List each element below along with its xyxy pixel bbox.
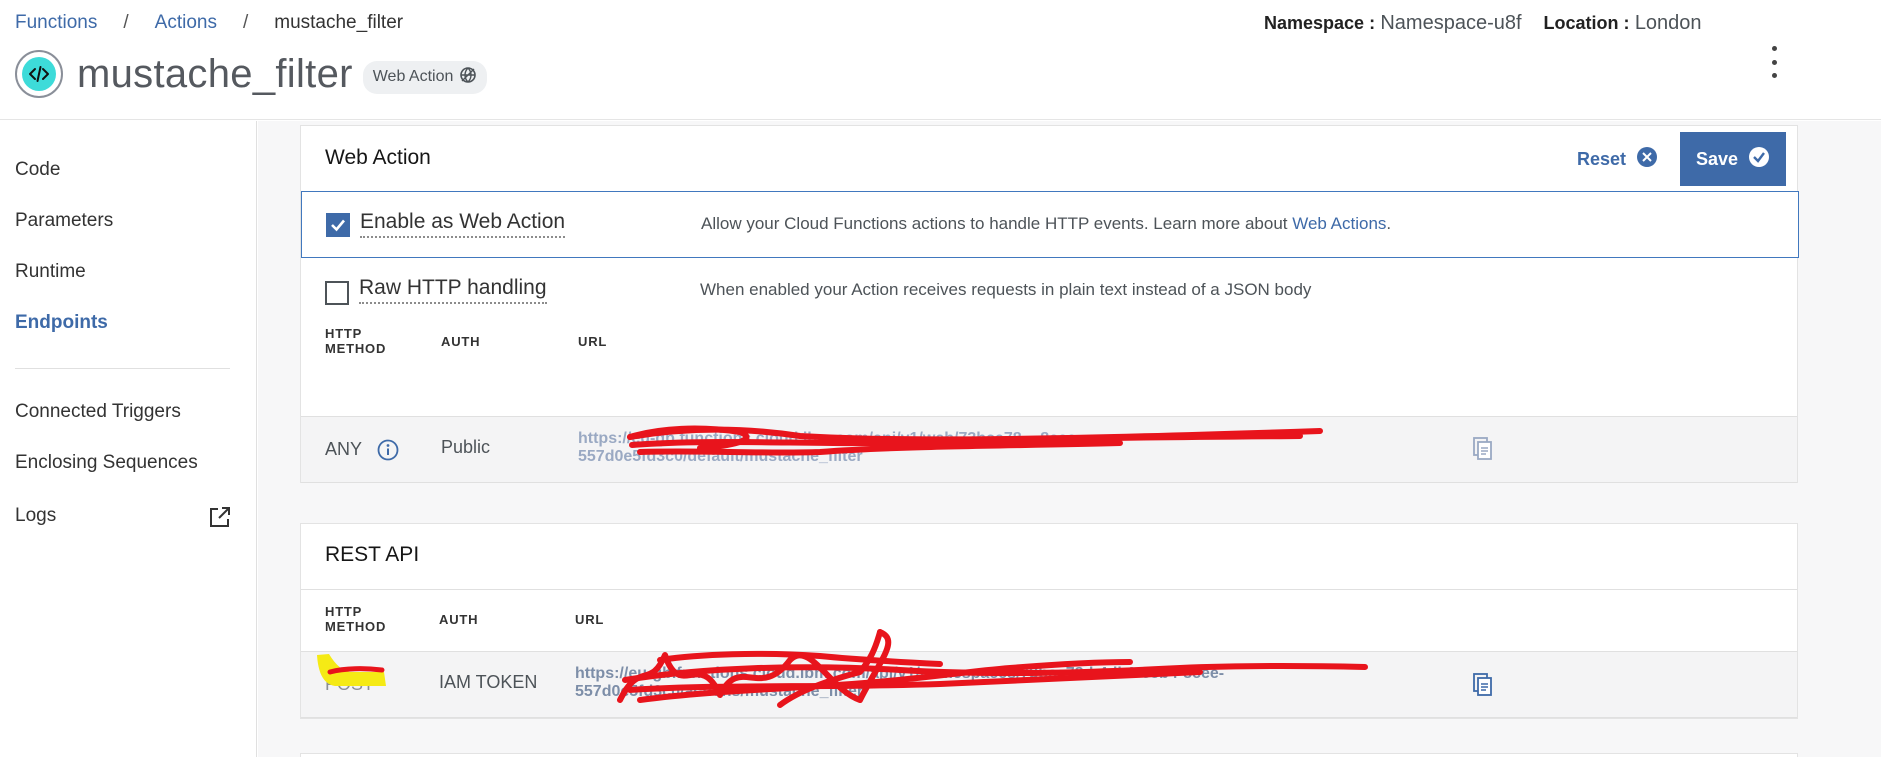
kebab-menu-icon[interactable] bbox=[1766, 46, 1782, 78]
sidebar-item-logs[interactable]: Logs bbox=[15, 505, 56, 527]
sidebar-divider bbox=[15, 368, 230, 369]
method-cell: ANY bbox=[325, 439, 363, 459]
header-method-line2: METHOD bbox=[325, 619, 387, 634]
web-action-title: Web Action bbox=[325, 146, 431, 169]
enable-web-action-checkbox[interactable] bbox=[326, 213, 350, 237]
sidebar-item-code[interactable]: Code bbox=[15, 159, 60, 181]
url-line-2: 557d0e5fd3c0/default/mustache_filter bbox=[578, 448, 863, 465]
copy-icon[interactable] bbox=[1473, 437, 1493, 466]
enable-description-end: . bbox=[1386, 214, 1392, 233]
column-header-url: URL bbox=[578, 334, 608, 349]
namespace-label: Namespace : bbox=[1264, 13, 1376, 33]
sidebar: Code Parameters Runtime Endpoints Connec… bbox=[0, 121, 257, 757]
url-cell[interactable]: https://eu-gb.functions.cloud.ibm.com/ap… bbox=[575, 665, 1295, 701]
info-icon[interactable] bbox=[377, 439, 399, 466]
column-header-url: URL bbox=[575, 612, 605, 627]
save-label: Save bbox=[1695, 148, 1739, 169]
enable-description-text: Allow your Cloud Functions actions to ha… bbox=[701, 214, 1293, 233]
location-label: Location : bbox=[1543, 13, 1630, 33]
external-link-icon[interactable] bbox=[208, 505, 232, 534]
auth-cell: Public bbox=[441, 437, 491, 457]
page-title: mustache_filter bbox=[77, 51, 353, 96]
namespace-info: Namespace : Namespace-u8f Location : Lon… bbox=[1264, 12, 1702, 35]
reset-button[interactable]: Reset bbox=[1577, 146, 1658, 173]
divider bbox=[301, 589, 1797, 590]
copy-icon[interactable] bbox=[1473, 673, 1493, 702]
breadcrumb: Functions / Actions / mustache_filter bbox=[15, 12, 403, 34]
checkmark-circle-icon bbox=[1748, 146, 1770, 173]
method-cell: POST bbox=[325, 674, 375, 694]
rest-api-title: REST API bbox=[325, 543, 420, 566]
raw-http-row: Raw HTTP handling When enabled your Acti… bbox=[301, 260, 1799, 326]
table-row: POST IAM TOKEN https://eu-gb.functions.c… bbox=[301, 651, 1797, 718]
sidebar-item-connected-triggers[interactable]: Connected Triggers bbox=[15, 401, 181, 423]
web-action-icon bbox=[459, 66, 477, 89]
title-row: mustache_filter Web Action bbox=[15, 50, 488, 98]
column-header-http-method: HTTP METHOD bbox=[325, 326, 386, 356]
raw-http-label[interactable]: Raw HTTP handling bbox=[359, 276, 547, 304]
header-method-line1: HTTP bbox=[325, 604, 363, 619]
rest-api-card: REST API HTTP METHOD AUTH URL POST IAM T… bbox=[300, 523, 1798, 719]
raw-http-description: When enabled your Action receives reques… bbox=[700, 280, 1312, 299]
table-row: ANY Public https://eu-gb.functions.cloud… bbox=[301, 416, 1797, 483]
sidebar-item-parameters[interactable]: Parameters bbox=[15, 210, 113, 232]
main-content: Web Action Reset Save Enable as Web Acti… bbox=[258, 121, 1881, 757]
breadcrumb-current: mustache_filter bbox=[274, 12, 404, 33]
header-method-line1: HTTP bbox=[325, 326, 363, 341]
breadcrumb-functions[interactable]: Functions bbox=[15, 12, 97, 34]
column-header-http-method: HTTP METHOD bbox=[325, 604, 386, 634]
web-actions-link[interactable]: Web Actions bbox=[1292, 214, 1386, 233]
breadcrumb-separator: / bbox=[242, 12, 249, 33]
url-line-1: https://eu-gb.functions.cloud.ibm.com/ap… bbox=[578, 430, 1082, 447]
save-button[interactable]: Save bbox=[1680, 132, 1786, 186]
auth-cell: IAM TOKEN bbox=[439, 672, 538, 692]
web-action-tag: Web Action bbox=[362, 60, 488, 94]
raw-http-checkbox[interactable] bbox=[325, 281, 349, 305]
breadcrumb-separator: / bbox=[123, 12, 129, 33]
page-header: Functions / Actions / mustache_filter mu… bbox=[0, 0, 1881, 120]
url-cell[interactable]: https://eu-gb.functions.cloud.ibm.com/ap… bbox=[578, 430, 1298, 466]
breadcrumb-actions[interactable]: Actions bbox=[155, 12, 217, 34]
url-line-2: 557d0e5fd3c0/actions/mustache_filter bbox=[575, 683, 864, 700]
enable-web-action-description: Allow your Cloud Functions actions to ha… bbox=[701, 214, 1391, 234]
enable-web-action-row: Enable as Web Action Allow your Cloud Fu… bbox=[301, 191, 1799, 258]
url-line-1: https://eu-gb.functions.cloud.ibm.com/ap… bbox=[575, 665, 1225, 682]
header-method-line2: METHOD bbox=[325, 341, 387, 356]
sidebar-item-runtime[interactable]: Runtime bbox=[15, 261, 86, 283]
enable-web-action-label[interactable]: Enable as Web Action bbox=[360, 210, 566, 238]
sidebar-item-endpoints[interactable]: Endpoints bbox=[15, 312, 108, 334]
namespace-value: Namespace-u8f bbox=[1380, 12, 1522, 34]
code-icon bbox=[15, 50, 63, 98]
column-header-auth: AUTH bbox=[439, 612, 479, 627]
column-header-auth: AUTH bbox=[441, 334, 481, 349]
close-circle-icon bbox=[1636, 146, 1658, 173]
web-action-tag-label: Web Action bbox=[372, 68, 454, 85]
reset-label: Reset bbox=[1577, 149, 1627, 169]
sidebar-item-enclosing-sequences[interactable]: Enclosing Sequences bbox=[15, 452, 198, 474]
web-action-card: Web Action Reset Save Enable as Web Acti… bbox=[300, 125, 1799, 483]
next-card-edge bbox=[300, 753, 1798, 757]
location-value: London bbox=[1634, 12, 1702, 34]
